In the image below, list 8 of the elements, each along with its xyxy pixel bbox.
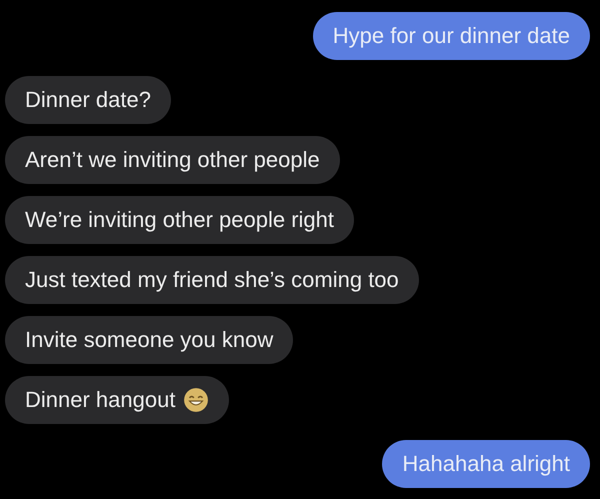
message-text: Hype for our dinner date [332, 23, 570, 49]
message-text: Dinner date? [25, 87, 151, 113]
message-text: Dinner hangout [25, 387, 176, 413]
message-text: Just texted my friend she’s coming too [25, 267, 399, 293]
message-text: Invite someone you know [25, 327, 274, 353]
message-text: Hahahaha alright [402, 451, 570, 477]
message-text: We’re inviting other people right [25, 207, 334, 233]
message-text: Aren’t we inviting other people [25, 147, 320, 173]
